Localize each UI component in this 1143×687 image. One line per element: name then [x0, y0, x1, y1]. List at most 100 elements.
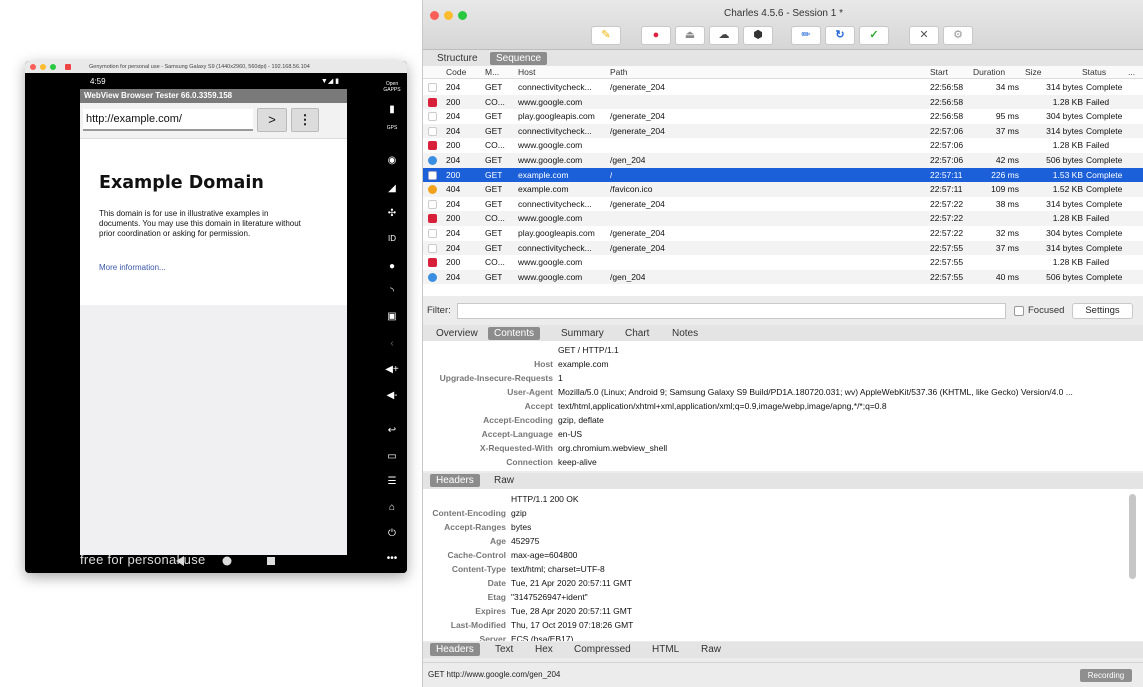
cell-host: www.google.com	[518, 257, 583, 268]
filter-settings-button[interactable]: Settings	[1072, 303, 1133, 319]
tab-summary[interactable]: Summary	[555, 327, 610, 340]
request-tab-headers[interactable]: Headers	[430, 474, 480, 487]
disk-icon[interactable]: ●	[377, 261, 407, 272]
throttle-icon[interactable]: ⏏	[675, 26, 705, 45]
home-icon[interactable]: ⌂	[377, 502, 407, 513]
request-subtabs: Headers Raw	[423, 473, 1143, 489]
header-value: example.com	[558, 359, 609, 369]
open-gapps-icon[interactable]: Open GAPPS	[377, 81, 407, 93]
response-tab-headers[interactable]: Headers	[430, 643, 480, 656]
table-row[interactable]: 200 CO... www.google.com 22:57:06 1.28 KB Fai…	[423, 138, 1143, 153]
cell-status: Complete	[1086, 184, 1123, 195]
back-icon[interactable]: ↩	[377, 425, 407, 436]
overflow-menu-button[interactable]: ⋮	[291, 108, 319, 132]
clear-session-icon[interactable]: ✎	[591, 26, 621, 45]
header-key: Content-Encoding	[432, 508, 506, 518]
recording-button[interactable]: Recording	[1080, 669, 1132, 682]
validate-icon[interactable]: ✓	[859, 26, 889, 45]
column-header-size[interactable]: Size	[1025, 66, 1042, 79]
tab-sequence[interactable]: Sequence	[490, 52, 548, 65]
recent-apps-icon[interactable]: ▭	[377, 451, 407, 462]
battery-icon[interactable]: ▮	[377, 104, 407, 115]
cell-size: 314 bytes	[1046, 198, 1083, 209]
header-value: 1	[558, 373, 563, 383]
request-tab-raw[interactable]: Raw	[488, 474, 520, 487]
table-row[interactable]: 200 CO... www.google.com 22:57:55 1.28 KB Fai…	[423, 255, 1143, 270]
sms-icon[interactable]: ▣	[377, 311, 407, 322]
focused-checkbox[interactable]	[1014, 306, 1024, 316]
column-header-duration[interactable]: Duration	[973, 66, 1005, 79]
tab-overview[interactable]: Overview	[430, 327, 484, 340]
cell-start: 22:57:11	[930, 169, 963, 180]
recents-icon[interactable]	[267, 557, 275, 565]
table-row[interactable]: 204 GET play.googleapis.com/generate_204 22…	[423, 226, 1143, 241]
dpad-icon[interactable]: ✣	[377, 208, 407, 219]
compose-icon[interactable]: ✏	[791, 26, 821, 45]
header-key: Content-Type	[451, 564, 506, 574]
table-row[interactable]: 200 CO... www.google.com 22:56:58 1.28 KB Fai…	[423, 94, 1143, 110]
identifiers-icon[interactable]: ID	[377, 234, 407, 243]
home-icon[interactable]	[222, 556, 232, 566]
table-row[interactable]: 204 GET connectivitycheck... /generate_204 2…	[423, 80, 1143, 95]
cell-duration: 226 ms	[991, 169, 1019, 180]
header-value: keep-alive	[558, 457, 597, 467]
cell-duration: 32 ms	[995, 228, 1019, 238]
tab-structure[interactable]: Structure	[431, 52, 484, 65]
response-tab-text[interactable]: Text	[489, 643, 519, 656]
tab-contents[interactable]: Contents	[488, 327, 541, 340]
response-tab-compressed[interactable]: Compressed	[568, 643, 637, 656]
table-row[interactable]: 200 GET example.com / 22:57:11 226 ms 1.53 KB C…	[423, 167, 1143, 183]
table-row[interactable]: 204 GET connectivitycheck... /generate_204 2…	[423, 197, 1143, 212]
table-row[interactable]: 200 CO... www.google.com 22:57:22 1.28 KB Fai…	[423, 211, 1143, 226]
video-icon[interactable]: ◢	[377, 183, 407, 194]
stop-icon[interactable]: ⬢	[743, 26, 773, 45]
response-scrollbar[interactable]	[1129, 494, 1136, 579]
volume-up-icon[interactable]: ◀+	[377, 364, 407, 375]
go-button[interactable]: >	[257, 108, 287, 132]
more-icon[interactable]: •••	[377, 553, 407, 564]
url-input[interactable]: http://example.com/	[83, 109, 253, 131]
record-icon[interactable]: ●	[641, 26, 671, 45]
column-header-host[interactable]: Host	[518, 66, 535, 79]
volume-down-icon[interactable]: ◀-	[377, 390, 407, 401]
maximize-icon[interactable]	[50, 64, 56, 70]
response-tab-hex[interactable]: Hex	[529, 643, 559, 656]
power-icon[interactable]: ⏻	[377, 528, 407, 539]
column-header-path[interactable]: Path	[610, 66, 628, 79]
share-icon: ‹	[390, 338, 394, 349]
header-key: Connection	[506, 457, 553, 467]
table-row[interactable]: 204 GET www.google.com/gen_204 22:57:55 40 m…	[423, 269, 1143, 285]
filter-input[interactable]	[457, 303, 1006, 319]
cell-code: 200	[446, 257, 461, 268]
column-header-code[interactable]: Code	[446, 66, 466, 79]
table-row[interactable]: 204 GET play.googleapis.com/generate_204 22…	[423, 109, 1143, 124]
breakpoints-icon[interactable]: ☁	[709, 26, 739, 45]
settings-icon[interactable]: ⚙	[943, 26, 973, 45]
minimize-icon[interactable]	[40, 64, 46, 70]
menu-icon[interactable]: ☰	[377, 476, 407, 487]
table-row[interactable]: 204 GET connectivitycheck... /generate_204 2…	[423, 123, 1143, 139]
tools-icon[interactable]: ✕	[909, 26, 939, 45]
table-row[interactable]: 204 GET www.google.com/gen_204 22:57:06 42 m…	[423, 153, 1143, 168]
more-information-link[interactable]: More information...	[99, 263, 166, 272]
cell-path: /generate_204	[610, 82, 665, 92]
cell-size: 1.28 KB	[1052, 96, 1083, 107]
table-row[interactable]: 204 GET connectivitycheck... /generate_204 2…	[423, 240, 1143, 256]
genymotion-titlebar[interactable]: Genymotion for personal use - Samsung Ga…	[25, 61, 407, 73]
column-header-more[interactable]: ...	[1128, 66, 1135, 79]
column-header-status[interactable]: Status	[1082, 66, 1106, 79]
gps-icon[interactable]: GPS	[377, 125, 407, 131]
column-header-start[interactable]: Start	[930, 66, 948, 79]
tab-chart[interactable]: Chart	[619, 327, 655, 340]
cell-status: Failed	[1086, 140, 1110, 151]
response-tab-html[interactable]: HTML	[646, 643, 685, 656]
column-header-method[interactable]: M...	[485, 66, 499, 79]
network-icon[interactable]: ◝	[377, 286, 407, 297]
tab-notes[interactable]: Notes	[666, 327, 704, 340]
repeat-icon[interactable]: ↻	[825, 26, 855, 45]
response-tab-raw[interactable]: Raw	[695, 643, 727, 656]
genymotion-sidebar: Open GAPPS ▮ GPS ◉ ◢ ✣ ID ● ◝ ▣ ‹ ◀+ ◀- …	[377, 75, 407, 573]
table-row[interactable]: 404 GET example.com/favicon.ico 22:57:11 109…	[423, 182, 1143, 197]
camera-icon[interactable]: ◉	[377, 155, 407, 166]
close-icon[interactable]	[30, 64, 36, 70]
